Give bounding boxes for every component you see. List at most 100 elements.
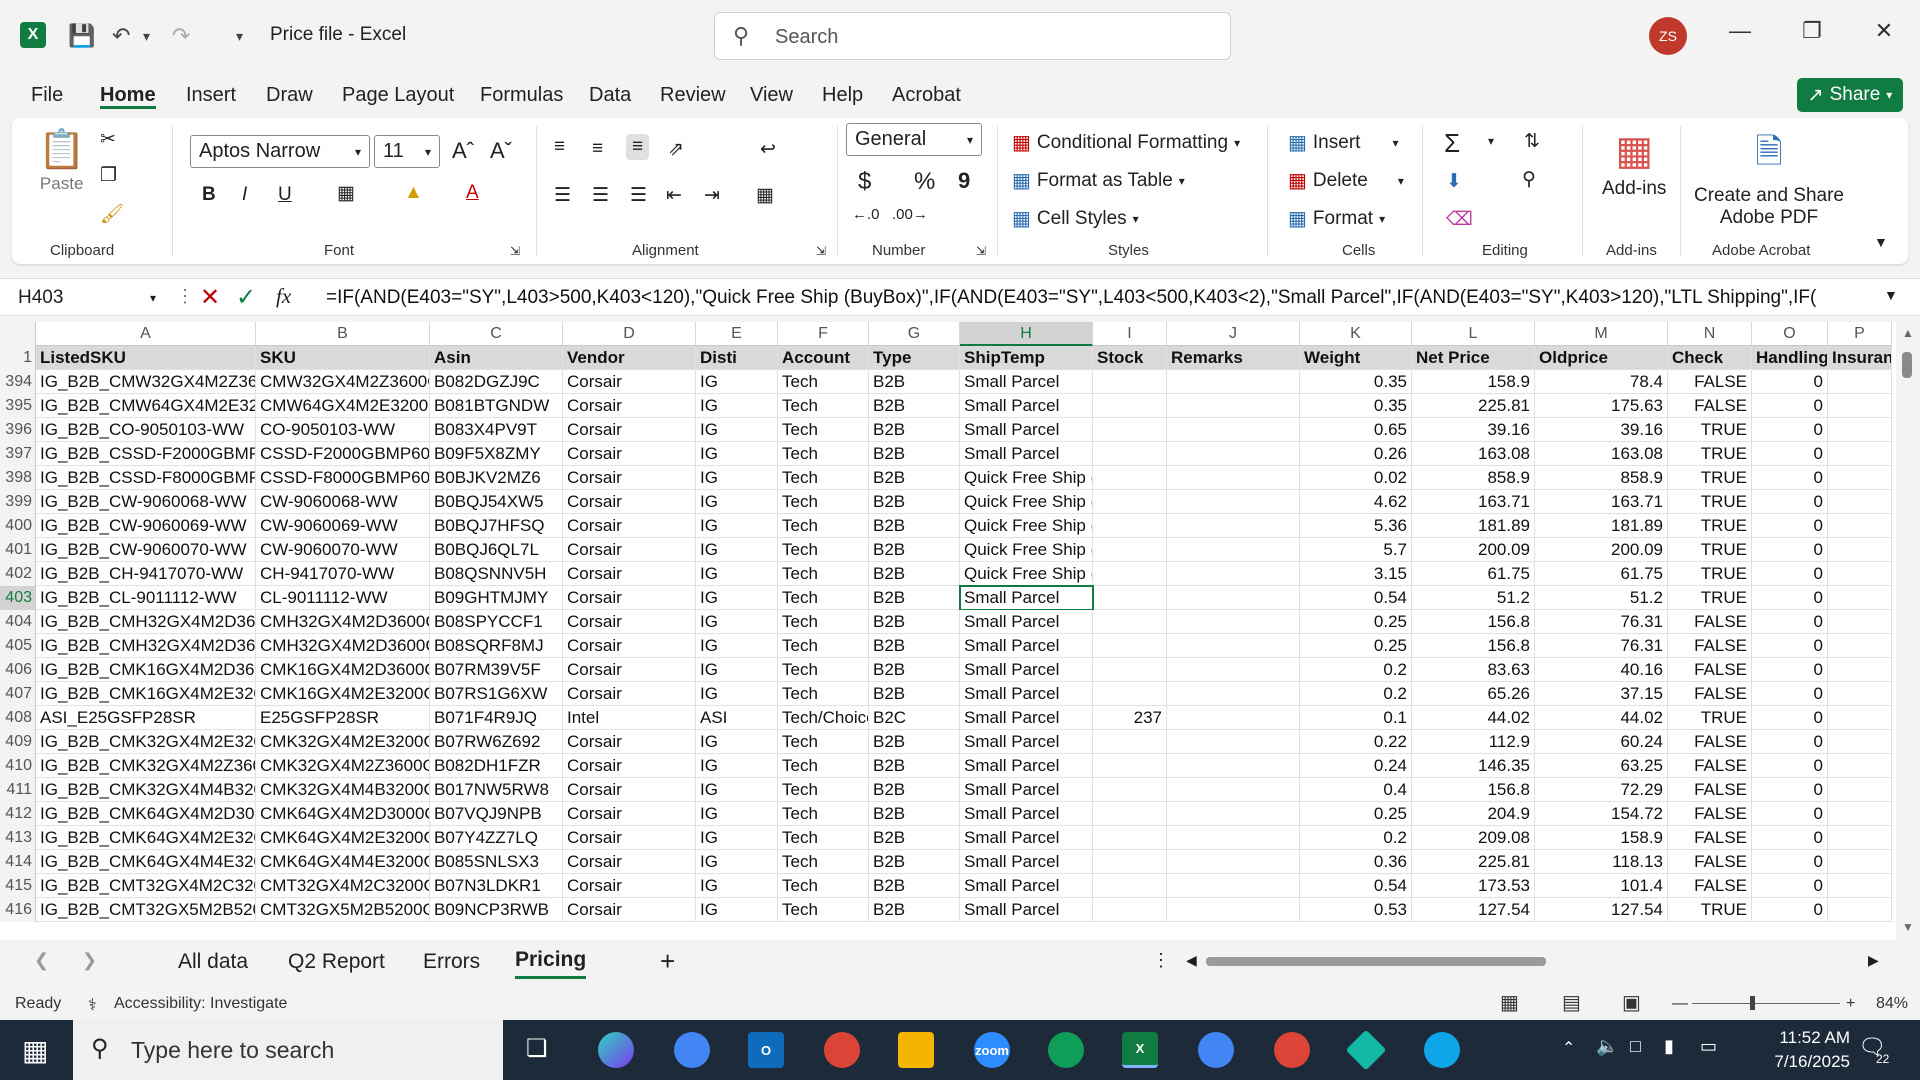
table-cell[interactable]: Tech [778,826,869,850]
table-cell[interactable] [1093,898,1167,922]
table-cell[interactable]: B2C [869,706,960,730]
excel-taskbar-icon[interactable]: X [1122,1032,1158,1068]
clear-icon[interactable]: ⌫ [1446,208,1473,231]
meet-now-icon[interactable]: □ [1630,1036,1641,1057]
table-cell[interactable]: FALSE [1668,778,1752,802]
network-icon[interactable]: ▭ [1700,1036,1717,1057]
table-cell[interactable]: IG_B2B_CMK32GX4M4B3200C16 [36,778,256,802]
table-cell[interactable]: Tech [778,682,869,706]
vertical-scrollbar[interactable]: ▲ ▼ [1896,322,1920,940]
table-cell[interactable] [1167,874,1300,898]
table-cell[interactable]: IG_B2B_CMK64GX4M2E3200C16 [36,826,256,850]
table-cell[interactable] [1828,754,1892,778]
select-all-corner[interactable] [0,322,36,346]
accessibility-status[interactable]: Accessibility: Investigate [114,995,287,1013]
table-cell[interactable]: CMH32GX4M2D3600C18 [256,634,430,658]
table-cell[interactable]: B083X4PV9T [430,418,563,442]
cut-icon[interactable]: ✂ [100,128,116,151]
table-cell[interactable]: Small Parcel [960,370,1093,394]
table-cell[interactable]: B08QSNNV5H [430,562,563,586]
table-cell[interactable]: CW-9060068-WW [256,490,430,514]
table-cell[interactable]: 0 [1752,826,1828,850]
table-cell[interactable]: TRUE [1668,418,1752,442]
tab-page-layout[interactable]: Page Layout [342,84,454,107]
page-layout-view-icon[interactable]: ▤ [1562,990,1581,1015]
table-cell[interactable]: IG [696,682,778,706]
table-cell[interactable]: Tech [778,586,869,610]
table-cell[interactable] [1828,658,1892,682]
italic-button[interactable]: I [242,184,247,206]
table-cell[interactable]: B09NCP3RWB [430,898,563,922]
table-cell[interactable] [1828,634,1892,658]
table-cell[interactable]: B2B [869,826,960,850]
tab-file[interactable]: File [31,84,63,107]
table-cell[interactable]: IG [696,754,778,778]
table-cell[interactable]: 158.9 [1412,370,1535,394]
format-cells-button[interactable]: ▦ Format ▾ [1288,206,1385,231]
table-cell[interactable]: Tech [778,802,869,826]
table-cell[interactable]: TRUE [1668,514,1752,538]
table-cell[interactable]: IG_B2B_CW-9060069-WW [36,514,256,538]
add-ins-button[interactable]: ▦ Add-ins [1602,128,1666,200]
table-cell[interactable]: Corsair [563,802,696,826]
table-cell[interactable]: Corsair [563,490,696,514]
table-cell[interactable]: B2B [869,730,960,754]
comma-style-button[interactable]: 9 [958,168,970,194]
row-header[interactable]: 397 [0,442,36,466]
table-cell[interactable]: Small Parcel [960,586,1093,610]
table-cell[interactable]: Corsair [563,514,696,538]
table-cell[interactable]: IG_B2B_CMK16GX4M2D3600C18 [36,658,256,682]
table-cell[interactable]: 4.62 [1300,490,1412,514]
table-cell[interactable] [1828,418,1892,442]
table-cell[interactable]: CW-9060069-WW [256,514,430,538]
table-cell[interactable]: 156.8 [1412,778,1535,802]
restore-icon[interactable]: ❐ [1792,18,1832,44]
chrome-icon[interactable] [1274,1032,1310,1068]
table-cell[interactable]: 0.54 [1300,586,1412,610]
column-header[interactable]: E [696,322,778,346]
format-as-table-button[interactable]: ▦ Format as Table ▾ [1012,168,1185,193]
task-view-icon[interactable]: ❏ [526,1034,548,1063]
table-cell[interactable]: TRUE [1668,562,1752,586]
column-header[interactable]: I [1093,322,1167,346]
table-cell[interactable]: IG [696,442,778,466]
table-cell[interactable]: Quick Free Ship (BuyBox) [960,562,1093,586]
table-cell[interactable] [1828,898,1892,922]
table-cell[interactable]: Tech [778,778,869,802]
table-cell[interactable]: 78.4 [1535,370,1668,394]
worksheet-grid[interactable]: A B C D E F G H I J K L M N O P 1 ListedSKU SKU Asin Vendor D… [0,322,1900,940]
table-cell[interactable] [1167,706,1300,730]
table-cell[interactable]: IG [696,394,778,418]
chrome-icon[interactable] [1048,1032,1084,1068]
table-cell[interactable]: 200.09 [1535,538,1668,562]
row-header[interactable]: 400 [0,514,36,538]
table-cell[interactable]: B2B [869,586,960,610]
table-cell[interactable]: IG_B2B_CH-9417070-WW [36,562,256,586]
table-cell[interactable] [1093,442,1167,466]
table-cell[interactable]: Small Parcel [960,826,1093,850]
table-cell[interactable]: 0.25 [1300,610,1412,634]
table-cell[interactable] [1828,538,1892,562]
table-cell[interactable]: Small Parcel [960,778,1093,802]
table-cell[interactable]: 76.31 [1535,634,1668,658]
table-cell[interactable] [1828,562,1892,586]
row-header[interactable]: 413 [0,826,36,850]
row-header[interactable]: 395 [0,394,36,418]
table-cell[interactable]: 0 [1752,634,1828,658]
table-cell[interactable]: Small Parcel [960,706,1093,730]
table-cell[interactable] [1828,802,1892,826]
table-cell[interactable]: B07Y4ZZ7LQ [430,826,563,850]
table-cell[interactable]: 173.53 [1412,874,1535,898]
table-cell[interactable]: 0 [1752,394,1828,418]
fill-color-icon[interactable]: ▲ [404,182,423,204]
table-cell[interactable] [1167,730,1300,754]
zoom-slider[interactable] [1692,1003,1840,1004]
avatar[interactable]: ZS [1649,17,1687,55]
table-cell[interactable]: Intel [563,706,696,730]
more-options-icon[interactable]: ⋮ [1152,950,1170,971]
close-icon[interactable]: ✕ [1864,18,1904,44]
table-cell[interactable] [1167,826,1300,850]
table-cell[interactable]: FALSE [1668,730,1752,754]
table-cell[interactable] [1167,610,1300,634]
table-cell[interactable]: 0 [1752,802,1828,826]
